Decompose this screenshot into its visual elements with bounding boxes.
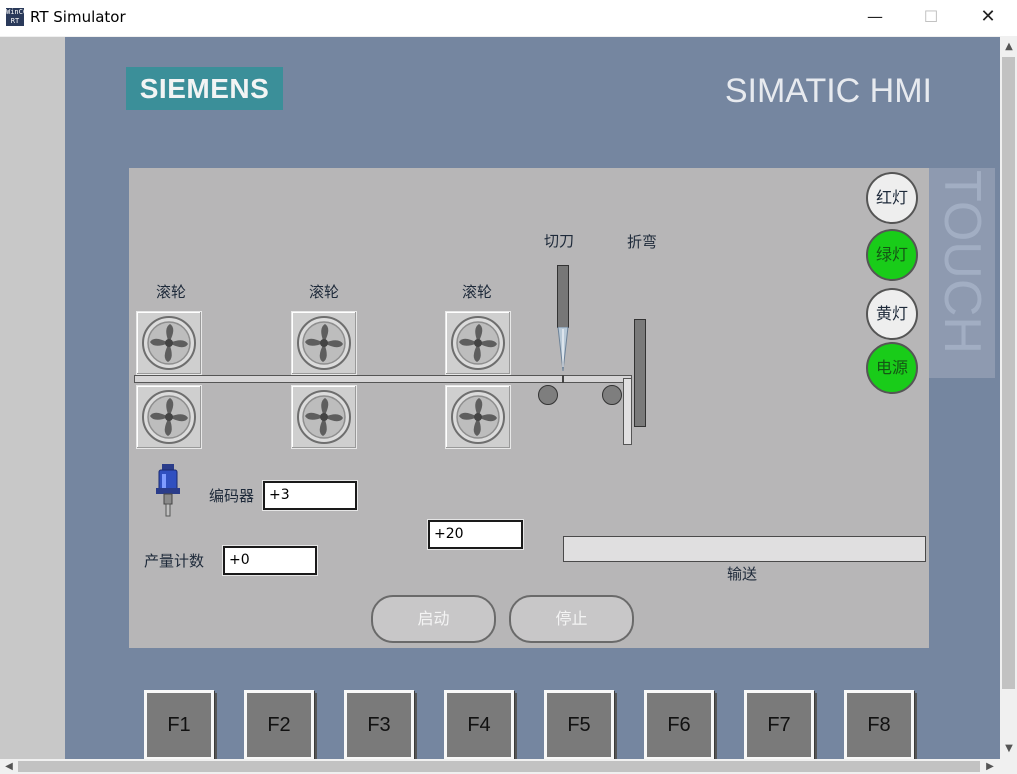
maximize-button[interactable]: ☐ <box>908 0 954 34</box>
roller-bottom-1 <box>136 385 202 449</box>
hmi-screen <box>129 168 929 648</box>
f5-key[interactable]: F5 <box>544 690 614 760</box>
fan-icon <box>142 316 196 370</box>
encoder-label: 编码器 <box>209 487 255 505</box>
simatic-hmi-brand: SIMATIC HMI <box>724 72 932 110</box>
roller-bottom-2 <box>291 385 357 449</box>
horizontal-scroll-thumb[interactable] <box>18 761 980 772</box>
roller-top-1 <box>136 311 202 375</box>
f1-key[interactable]: F1 <box>144 690 214 760</box>
vertical-scroll-thumb[interactable] <box>1002 57 1015 689</box>
roller-top-3 <box>445 311 511 375</box>
stop-button[interactable]: 停止 <box>509 595 634 643</box>
bend-label: 折弯 <box>627 233 658 251</box>
cutter-label: 切刀 <box>544 232 575 250</box>
cutter-mark <box>562 375 564 383</box>
fan-icon <box>142 390 196 444</box>
fan-icon <box>451 390 505 444</box>
fan-icon <box>297 316 351 370</box>
fan-icon <box>297 390 351 444</box>
encoder-icon <box>156 464 180 517</box>
f2-key[interactable]: F2 <box>244 690 314 760</box>
f7-key[interactable]: F7 <box>744 690 814 760</box>
roller-bottom-3 <box>445 385 511 449</box>
encoder-value-field[interactable]: +3 <box>263 481 357 510</box>
cutter-body <box>557 265 569 328</box>
pinch-roller-2 <box>602 385 622 405</box>
conveyor-bar <box>563 536 926 562</box>
close-button[interactable]: ✕ <box>965 0 1011 34</box>
siemens-logo: SIEMENS <box>126 67 283 110</box>
roller-label-2: 滚轮 <box>309 283 340 301</box>
count-value-field[interactable]: +0 <box>223 546 317 575</box>
lamp-power[interactable]: 电源 <box>866 342 918 394</box>
bend-plate <box>634 319 646 427</box>
wincc-app-icon[interactable]: WinCC RT <box>6 8 27 26</box>
cutter-blade-icon <box>557 327 569 372</box>
scroll-up-icon[interactable]: ▲ <box>1001 40 1017 54</box>
count-label: 产量计数 <box>144 552 205 570</box>
material-strip <box>134 375 632 383</box>
fan-icon <box>451 316 505 370</box>
f3-key[interactable]: F3 <box>344 690 414 760</box>
roller-label-1: 滚轮 <box>156 283 187 301</box>
f6-key[interactable]: F6 <box>644 690 714 760</box>
scroll-down-icon[interactable]: ▼ <box>1001 742 1017 756</box>
window-title: RT Simulator <box>30 8 126 26</box>
roller-top-2 <box>291 311 357 375</box>
f8-key[interactable]: F8 <box>844 690 914 760</box>
roller-label-3: 滚轮 <box>462 283 493 301</box>
conveyor-label: 输送 <box>727 565 758 583</box>
bent-strip <box>623 378 632 445</box>
lamp-red[interactable]: 红灯 <box>866 172 918 224</box>
start-button[interactable]: 启动 <box>371 595 496 643</box>
lamp-yellow[interactable]: 黄灯 <box>866 288 918 340</box>
f4-key[interactable]: F4 <box>444 690 514 760</box>
position-value-field[interactable]: +20 <box>428 520 523 549</box>
minimize-button[interactable]: — <box>852 0 898 34</box>
scroll-right-icon[interactable]: ▶ <box>982 760 998 774</box>
lamp-green[interactable]: 绿灯 <box>866 229 918 281</box>
pinch-roller-1 <box>538 385 558 405</box>
touch-label: TOUCH <box>933 170 991 354</box>
scroll-left-icon[interactable]: ◀ <box>1 760 17 774</box>
